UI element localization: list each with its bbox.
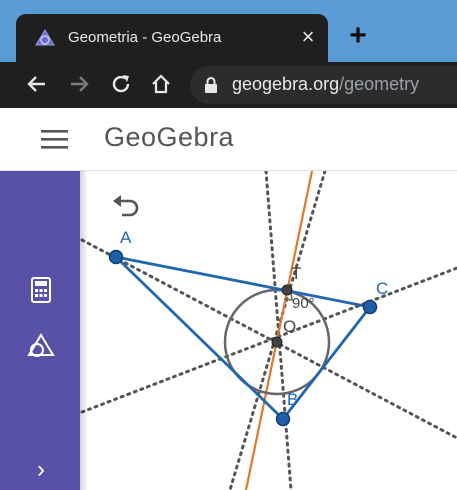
label-a: A	[120, 228, 132, 247]
browser-toolbar: geogebra.org/geometry	[0, 62, 457, 108]
calculator-icon	[31, 277, 51, 303]
label-c: C	[376, 279, 388, 298]
point-c	[362, 299, 378, 315]
label-t: T	[291, 264, 301, 283]
point-b	[275, 411, 291, 427]
dotted-line-a-bisector	[80, 238, 457, 440]
browser-tab-strip: Geometria - GeoGebra × +	[0, 0, 457, 62]
geogebra-logo: GeoGebra	[104, 122, 235, 152]
label-b: B	[287, 390, 298, 409]
calculator-button[interactable]	[24, 273, 58, 307]
url-text: geogebra.org/geometry	[232, 74, 419, 95]
geometry-tools-button[interactable]	[24, 329, 58, 363]
side-rail: ›	[0, 171, 80, 490]
url-domain: geogebra.org	[232, 74, 340, 94]
forward-arrow-icon	[71, 76, 89, 92]
chevron-right-icon: ›	[37, 456, 45, 483]
point-t	[281, 284, 293, 296]
expand-panel-button[interactable]: ›	[24, 453, 58, 487]
address-bar[interactable]: geogebra.org/geometry	[190, 66, 457, 104]
triangle-abc	[111, 254, 373, 422]
app-header: GeoGebra	[0, 108, 457, 171]
angle-label: 90°	[292, 295, 315, 312]
home-button[interactable]	[146, 69, 176, 99]
hamburger-menu-icon[interactable]	[40, 128, 70, 150]
reload-button[interactable]	[106, 69, 136, 99]
canvas-shadow	[80, 171, 88, 490]
browser-tab[interactable]: Geometria - GeoGebra ×	[16, 14, 328, 62]
point-o	[271, 336, 283, 348]
undo-icon[interactable]	[110, 192, 142, 220]
geogebra-favicon-icon	[35, 29, 55, 46]
forward-button[interactable]	[64, 69, 94, 99]
reload-icon	[112, 75, 130, 93]
back-arrow-icon	[27, 76, 45, 92]
new-tab-button[interactable]: +	[342, 20, 374, 52]
home-icon	[152, 74, 170, 94]
url-path: /geometry	[339, 74, 420, 94]
tab-close-icon[interactable]: ×	[296, 23, 320, 51]
label-o: O	[283, 317, 296, 336]
lock-icon	[205, 77, 217, 93]
tab-title: Geometria - GeoGebra	[68, 29, 222, 46]
point-a	[108, 249, 124, 265]
geometry-tools-icon	[27, 333, 55, 357]
back-button[interactable]	[22, 69, 52, 99]
